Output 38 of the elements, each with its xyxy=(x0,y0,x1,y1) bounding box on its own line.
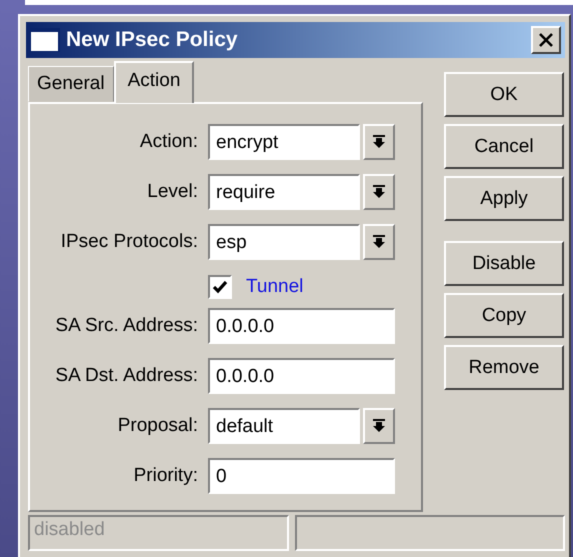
field-label: SA Src. Address: xyxy=(54,315,199,337)
field-label: IPsec Protocols: xyxy=(60,231,199,253)
dialog-button[interactable]: Cancel xyxy=(444,124,564,169)
window-icon xyxy=(30,28,60,52)
close-button[interactable] xyxy=(531,26,561,54)
dialog-button[interactable]: OK xyxy=(444,72,564,117)
tab[interactable]: General xyxy=(28,66,114,102)
field-label: Proposal: xyxy=(116,415,199,437)
dialog-button[interactable]: Apply xyxy=(444,176,564,221)
checkbox[interactable] xyxy=(208,275,232,299)
dropdown-arrow-icon xyxy=(373,235,385,249)
dropdown-arrow-icon xyxy=(373,185,385,199)
input-field[interactable]: encrypt xyxy=(208,124,360,160)
field-label: Priority: xyxy=(132,465,199,487)
dialog-button[interactable]: Copy xyxy=(444,293,564,338)
field-label: Action: xyxy=(138,131,199,153)
dropdown-arrow-icon xyxy=(373,419,385,433)
field-label: Level: xyxy=(146,181,199,203)
input-field[interactable]: esp xyxy=(208,224,360,260)
dropdown-button[interactable] xyxy=(363,174,395,210)
close-icon xyxy=(538,32,554,48)
input-field[interactable]: 0 xyxy=(208,458,395,494)
dialog-button[interactable]: Disable xyxy=(444,241,564,286)
dropdown-button[interactable] xyxy=(363,408,395,444)
tab[interactable]: Action xyxy=(114,61,194,103)
input-field[interactable]: default xyxy=(208,408,360,444)
input-field[interactable]: 0.0.0.0 xyxy=(208,308,395,344)
input-field[interactable]: 0.0.0.0 xyxy=(208,358,395,394)
checkbox-label: Tunnel xyxy=(246,276,304,298)
dropdown-arrow-icon xyxy=(373,135,385,149)
dropdown-button[interactable] xyxy=(363,224,395,260)
status-text: disabled xyxy=(34,519,105,540)
dialog-button[interactable]: Remove xyxy=(444,345,564,390)
window-title: New IPsec Policy xyxy=(66,28,239,52)
dropdown-button[interactable] xyxy=(363,124,395,160)
field-label: SA Dst. Address: xyxy=(54,365,199,387)
check-icon xyxy=(212,280,228,294)
input-field[interactable]: require xyxy=(208,174,360,210)
